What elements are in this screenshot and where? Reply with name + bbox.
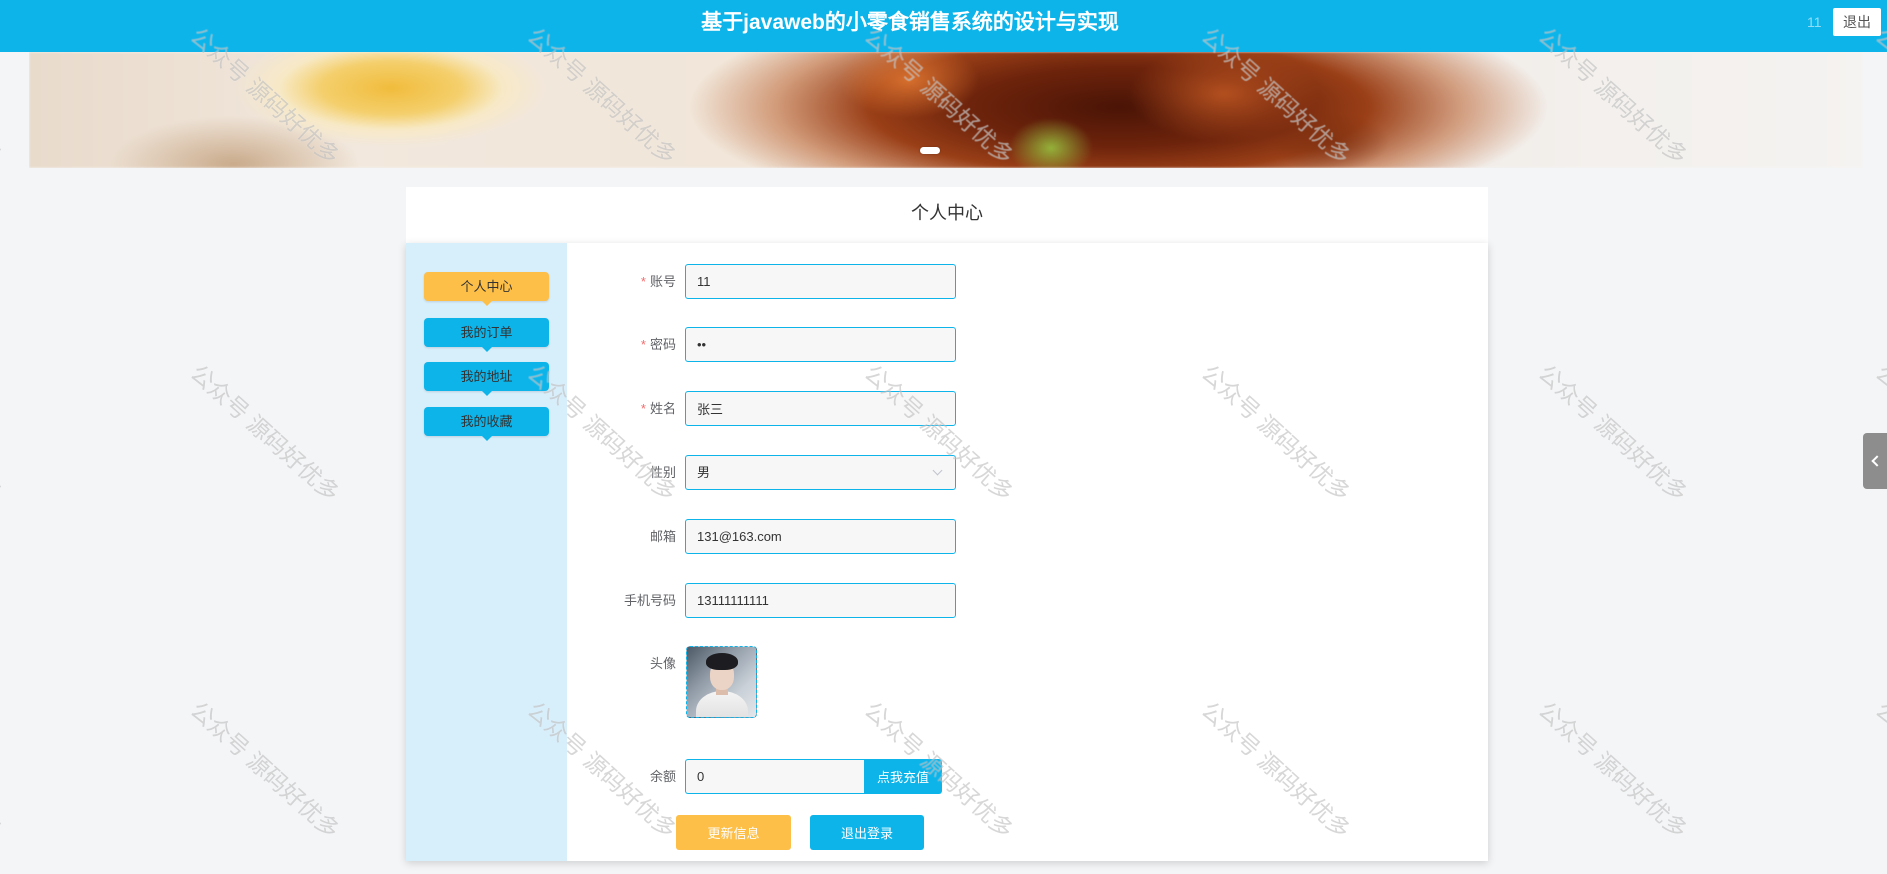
profile-form: *账号 *密码 *姓名 性别 男 邮箱 手机号码 [406,243,1488,861]
required-mark: * [640,274,646,289]
balance-field[interactable] [685,759,864,794]
avatar-shirt [696,691,748,717]
balance-label: 余额 [649,769,676,784]
name-label: * 姓名 [566,391,676,426]
name-field[interactable] [685,391,956,426]
gender-select[interactable]: 男 [685,455,956,490]
required-mark: * [640,337,646,352]
page: 基于javaweb的小零食销售系统的设计与实现 11 退出 个人中心 个人中心 … [0,0,1887,874]
carousel-indicator[interactable] [920,147,940,154]
update-info-button[interactable]: 更新信息 [676,815,791,850]
phone-label: 手机号码 [623,593,676,608]
side-toggle-button[interactable] [1863,433,1887,489]
watermark-text: 公众号 源码好优多 [1533,359,1693,507]
watermark-text: 公众号 源码好优多 [1870,696,1887,844]
required-mark: * [640,401,646,416]
password-field[interactable] [685,327,956,362]
gender-select-value: 男 [697,465,711,480]
page-title: 个人中心 [911,203,983,223]
avatar-hair [706,653,738,670]
profile-card: 个人中心 我的订单 我的地址 我的收藏 *账号 *密码 *姓名 性别 [406,243,1488,861]
account-label: * 账号 [566,264,676,299]
avatar-upload[interactable] [686,646,757,718]
name-label-text: 姓名 [649,401,676,416]
watermark-text: 公众号 源码好优多 [185,696,345,844]
banner-image [29,52,1863,168]
watermark-text: 公众号 源码好优多 [1533,696,1693,844]
banner-carousel[interactable] [29,52,1863,168]
email-field[interactable] [685,519,956,554]
avatar-label: 头像 [649,656,676,671]
password-label-text: 密码 [649,337,676,352]
site-title: 基于javaweb的小零食销售系统的设计与实现 [701,11,1119,34]
recharge-button[interactable]: 点我充值 [864,759,942,794]
account-label-text: 账号 [649,274,676,289]
page-title-box: 个人中心 [406,187,1488,243]
watermark-text: 公众号 源码好优多 [185,359,345,507]
email-label: 邮箱 [649,529,676,544]
logout-button[interactable]: 退出 [1833,8,1881,36]
gender-label: 性别 [649,465,676,480]
watermark-text: 公众号 源码好优多 [0,697,8,844]
logout-account-button[interactable]: 退出登录 [810,815,924,850]
password-label: * 密码 [566,327,676,362]
chevron-down-icon [932,465,943,476]
watermark-text: 公众号 源码好优多 [0,360,8,507]
phone-field[interactable] [685,583,956,618]
username-label: 11 [1807,14,1822,30]
chevron-left-icon [1871,455,1883,467]
account-field[interactable] [685,264,956,299]
top-bar: 基于javaweb的小零食销售系统的设计与实现 11 退出 [0,0,1887,52]
